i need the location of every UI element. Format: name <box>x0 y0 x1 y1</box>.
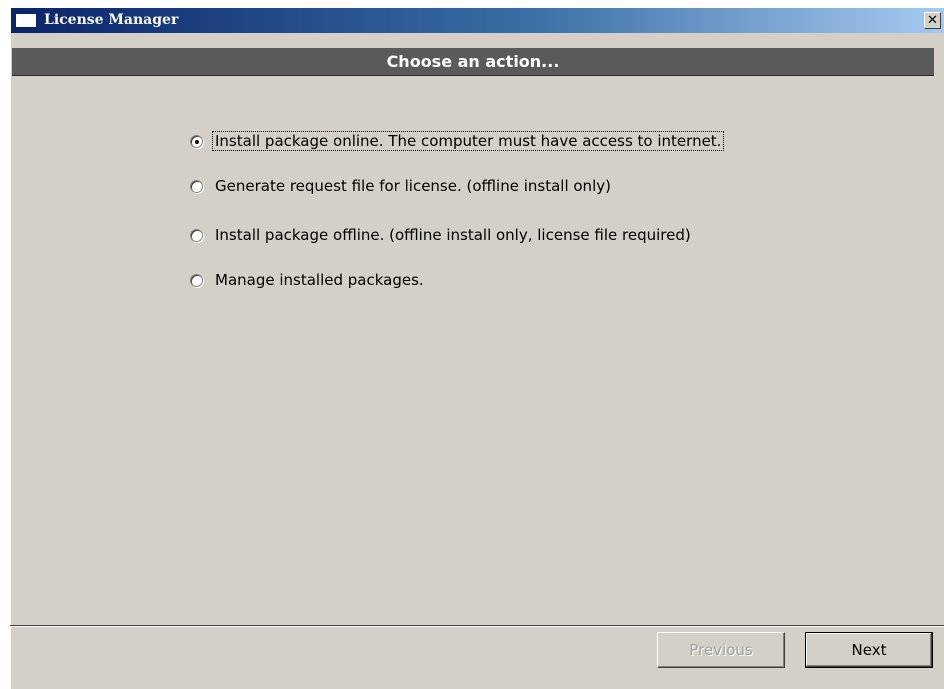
next-button[interactable]: Next <box>805 632 933 668</box>
option-label[interactable]: Install package online. The computer mus… <box>211 131 725 151</box>
close-icon: ✕ <box>927 13 938 28</box>
option-label[interactable]: Manage installed packages. <box>213 271 426 289</box>
window-icon <box>15 13 37 28</box>
radio-generate-request[interactable] <box>190 179 203 193</box>
option-label[interactable]: Install package offline. (offline instal… <box>213 226 693 244</box>
radio-install-offline[interactable] <box>190 228 203 242</box>
option-install-offline[interactable]: Install package offline. (offline instal… <box>190 224 693 246</box>
option-manage-packages[interactable]: Manage installed packages. <box>190 269 426 291</box>
option-install-online[interactable]: Install package online. The computer mus… <box>190 130 725 152</box>
window-title: License Manager <box>44 12 179 28</box>
radio-install-online[interactable] <box>190 134 203 148</box>
footer-separator <box>10 625 944 627</box>
close-button[interactable]: ✕ <box>924 12 941 29</box>
previous-button[interactable]: Previous <box>657 632 785 668</box>
banner-title: Choose an action... <box>386 52 560 71</box>
header-banner: Choose an action... <box>12 48 934 76</box>
option-label[interactable]: Generate request file for license. (offl… <box>213 177 613 195</box>
option-generate-request[interactable]: Generate request file for license. (offl… <box>190 175 613 197</box>
license-manager-window: License Manager ✕ <box>10 7 944 689</box>
title-bar[interactable]: License Manager ✕ <box>11 8 944 33</box>
radio-manage-packages[interactable] <box>190 273 203 287</box>
